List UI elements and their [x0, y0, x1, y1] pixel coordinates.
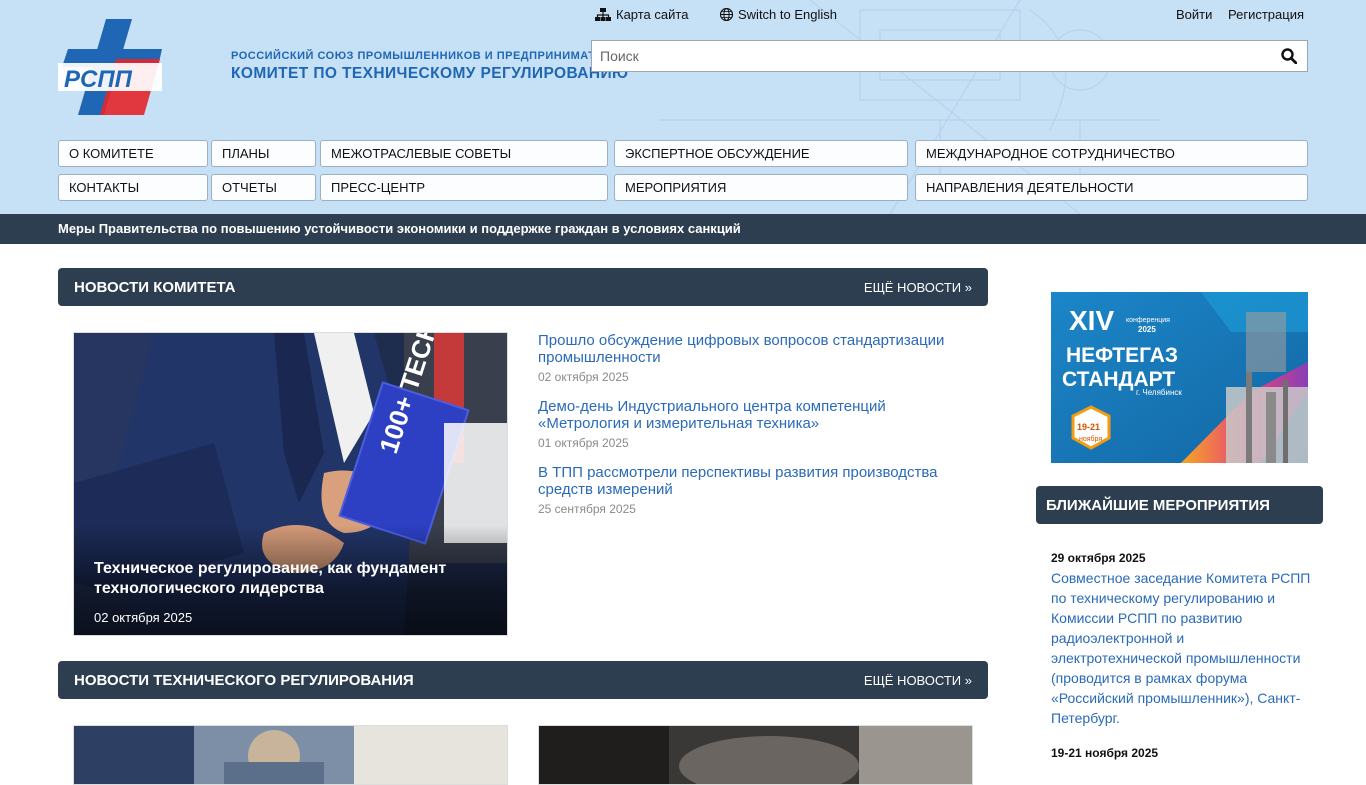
news-link[interactable]: Демо-день Индустриального центра компете…	[538, 398, 978, 432]
tech-news-image	[539, 726, 972, 784]
site-logo[interactable]: РСПП РОССИЙСКИЙ СОЮЗ ПРОМЫШЛЕННИКОВ И ПР…	[58, 19, 628, 115]
news-date: 02 октября 2025	[538, 370, 629, 384]
featured-news-title: Техническое регулирование, как фундамент…	[94, 560, 447, 597]
committee-news-title: НОВОСТИ КОМИТЕТА	[74, 279, 236, 296]
banner-month: ноября	[1079, 435, 1102, 443]
menu-directions[interactable]: НАПРАВЛЕНИЯ ДЕЯТЕЛЬНОСТИ	[915, 174, 1308, 201]
menu-reports[interactable]: ОТЧЕТЫ	[211, 174, 316, 201]
logo-text: РОССИЙСКИЙ СОЮЗ ПРОМЫШЛЕННИКОВ И ПРЕДПРИ…	[231, 50, 628, 83]
logo-committee-name: КОМИТЕТ ПО ТЕХНИЧЕСКОМУ РЕГУЛИРОВАНИЮ	[231, 65, 629, 82]
sitemap-icon	[595, 8, 611, 21]
list-item: Демо-день Индустриального центра компете…	[538, 398, 978, 450]
menu-plans[interactable]: ПЛАНЫ	[211, 140, 316, 167]
menu-international[interactable]: МЕЖДУНАРОДНОЕ СОТРУДНИЧЕСТВО	[915, 140, 1308, 167]
menu-about[interactable]: О КОМИТЕТЕ	[58, 140, 208, 167]
tech-news-thumbnail[interactable]	[538, 725, 973, 785]
conference-banner-image: XIV конференция 2025 НЕФТЕГАЗ СТАНДАРТ г…	[1051, 292, 1308, 463]
notice-bar: Меры Правительства по повышению устойчив…	[0, 214, 1366, 244]
rspp-logo-mark: РСПП	[58, 19, 162, 115]
committee-news-header: НОВОСТИ КОМИТЕТА ЕЩЁ НОВОСТИ »	[58, 268, 988, 306]
search-icon[interactable]	[1281, 48, 1297, 64]
event-date: 29 октября 2025	[1051, 551, 1146, 565]
main-menu: О КОМИТЕТЕ ПЛАНЫ МЕЖОТРАСЛЕВЫЕ СОВЕТЫ ЭК…	[58, 140, 1308, 202]
list-item: Прошло обсуждение цифровых вопросов стан…	[538, 332, 978, 384]
sitemap-label: Карта сайта	[616, 7, 689, 22]
site-header: РСПП РОССИЙСКИЙ СОЮЗ ПРОМЫШЛЕННИКОВ И ПР…	[0, 0, 1366, 214]
banner-roman: XIV	[1069, 305, 1114, 336]
featured-news-date: 02 октября 2025	[94, 610, 193, 625]
register-link[interactable]: Регистрация	[1228, 7, 1304, 22]
menu-press-center[interactable]: ПРЕСС-ЦЕНТР	[320, 174, 608, 201]
menu-contacts[interactable]: КОНТАКТЫ	[58, 174, 208, 201]
globe-icon	[720, 8, 733, 21]
sitemap-link[interactable]: Карта сайта	[595, 7, 688, 22]
event-link[interactable]: Совместное заседание Комитета РСПП по те…	[1051, 568, 1313, 728]
login-label: Войти	[1176, 7, 1213, 22]
banner-conf: конференция	[1126, 317, 1170, 324]
register-label: Регистрация	[1228, 7, 1304, 22]
event-item: 29 октября 2025 Совместное заседание Ком…	[1051, 551, 1313, 728]
banner-dates: 19-21	[1077, 422, 1100, 432]
notice-text: Меры Правительства по повышению устойчив…	[58, 221, 741, 236]
news-date: 01 октября 2025	[538, 436, 629, 450]
menu-events[interactable]: МЕРОПРИЯТИЯ	[614, 174, 908, 201]
switch-language-link[interactable]: Switch to English	[720, 7, 837, 22]
logo-org-name: РОССИЙСКИЙ СОЮЗ ПРОМЫШЛЕННИКОВ И ПРЕДПРИ…	[231, 50, 628, 62]
tech-news-more-link[interactable]: ЕЩЁ НОВОСТИ »	[864, 673, 972, 688]
tech-news-thumbnail[interactable]	[73, 725, 508, 785]
tech-news-image	[74, 726, 507, 784]
login-link[interactable]: Войти	[1176, 7, 1212, 22]
conference-banner[interactable]: XIV конференция 2025 НЕФТЕГАЗ СТАНДАРТ г…	[1051, 292, 1308, 463]
news-link[interactable]: Прошло обсуждение цифровых вопросов стан…	[538, 332, 978, 366]
events-title: БЛИЖАЙШИЕ МЕРОПРИЯТИЯ	[1046, 497, 1270, 514]
event-item: 19-21 ноября 2025	[1051, 746, 1313, 760]
menu-expert-discussion[interactable]: ЭКСПЕРТНОЕ ОБСУЖДЕНИЕ	[614, 140, 908, 167]
banner-name1: НЕФТЕГАЗ	[1066, 344, 1178, 367]
tech-news-title: НОВОСТИ ТЕХНИЧЕСКОГО РЕГУЛИРОВАНИЯ	[74, 672, 414, 689]
svg-text:РСПП: РСПП	[64, 66, 133, 93]
list-item: В ТПП рассмотрели перспективы развития п…	[538, 464, 978, 516]
news-link[interactable]: В ТПП рассмотрели перспективы развития п…	[538, 464, 978, 498]
events-header: БЛИЖАЙШИЕ МЕРОПРИЯТИЯ	[1036, 486, 1323, 524]
news-date: 25 сентября 2025	[538, 502, 636, 516]
banner-year: 2025	[1138, 325, 1156, 334]
committee-news-list: Прошло обсуждение цифровых вопросов стан…	[538, 332, 978, 530]
event-date: 19-21 ноября 2025	[1051, 746, 1159, 760]
banner-city: г. Челябинск	[1136, 388, 1182, 397]
search-box	[591, 40, 1308, 72]
tech-news-header: НОВОСТИ ТЕХНИЧЕСКОГО РЕГУЛИРОВАНИЯ ЕЩЁ Н…	[58, 661, 988, 699]
menu-councils[interactable]: МЕЖОТРАСЛЕВЫЕ СОВЕТЫ	[320, 140, 608, 167]
search-input[interactable]	[592, 41, 1252, 71]
featured-news-card[interactable]: 100+ TECHNO BUILD Техническое регулирова…	[73, 332, 508, 636]
committee-news-more-link[interactable]: ЕЩЁ НОВОСТИ »	[864, 280, 972, 295]
language-label: Switch to English	[738, 7, 837, 22]
